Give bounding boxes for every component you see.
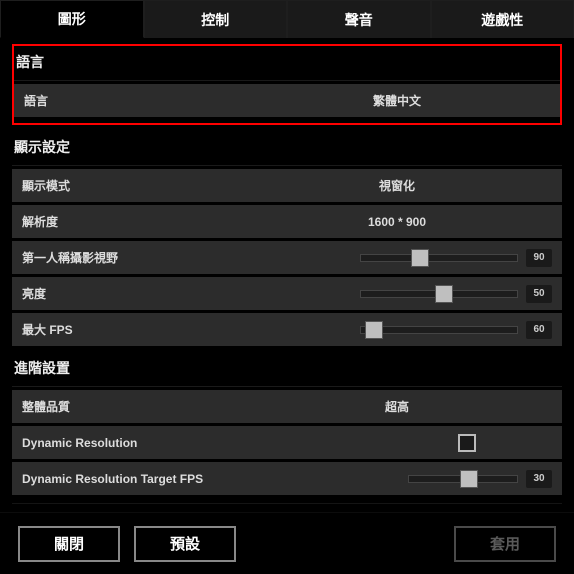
row-brightness: 亮度 50 <box>12 277 562 310</box>
row-fov-label: 第一人稱攝影視野 <box>22 249 242 266</box>
close-button[interactable]: 關閉 <box>18 526 120 562</box>
tab-controls[interactable]: 控制 <box>144 0 288 38</box>
row-display-mode-value: 視窗化 <box>242 177 552 194</box>
slider-handle-fov[interactable] <box>411 249 429 267</box>
row-fov: 第一人稱攝影視野 90 <box>12 241 562 274</box>
slider-fov-value: 90 <box>526 249 552 267</box>
highlight-language-section: 語言 語言 繁體中文 <box>12 44 562 125</box>
section-header-advanced: 進階設置 <box>12 346 562 387</box>
slider-dynresfps-value: 30 <box>526 470 552 488</box>
slider-handle-brightness[interactable] <box>435 285 453 303</box>
slider-brightness-value: 50 <box>526 285 552 303</box>
slider-handle-maxfps[interactable] <box>365 321 383 339</box>
row-maxfps-label: 最大 FPS <box>22 321 242 338</box>
slider-handle-dynresfps[interactable] <box>460 470 478 488</box>
row-resolution-label: 解析度 <box>22 213 242 230</box>
row-language[interactable]: 語言 繁體中文 <box>14 84 560 117</box>
slider-fov[interactable] <box>360 254 518 262</box>
section-header-language: 語言 <box>14 46 560 81</box>
section-header-display: 顯示設定 <box>12 125 562 166</box>
divider <box>12 503 562 504</box>
tab-gameplay[interactable]: 遊戲性 <box>431 0 574 38</box>
row-display-mode[interactable]: 顯示模式 視窗化 <box>12 169 562 202</box>
row-resolution[interactable]: 解析度 1600 * 900 <box>12 205 562 238</box>
checkbox-dynres[interactable] <box>458 434 476 452</box>
row-resolution-value: 1600 * 900 <box>242 215 552 229</box>
row-display-mode-label: 顯示模式 <box>22 177 242 194</box>
row-quality[interactable]: 整體品質 超高 <box>12 390 562 423</box>
row-quality-value: 超高 <box>242 398 552 415</box>
row-dynresfps-label: Dynamic Resolution Target FPS <box>22 472 282 486</box>
row-language-label: 語言 <box>24 92 244 109</box>
row-brightness-label: 亮度 <box>22 285 242 302</box>
row-dynresfps: Dynamic Resolution Target FPS 30 <box>12 462 562 495</box>
row-dynres: Dynamic Resolution <box>12 426 562 459</box>
defaults-button[interactable]: 預設 <box>134 526 236 562</box>
slider-dynresfps[interactable] <box>408 475 518 483</box>
slider-maxfps-value: 60 <box>526 321 552 339</box>
row-language-value: 繁體中文 <box>244 92 550 109</box>
tabs-bar: 圖形 控制 聲音 遊戲性 <box>0 0 574 38</box>
apply-button[interactable]: 套用 <box>454 526 556 562</box>
settings-body: 語言 語言 繁體中文 顯示設定 顯示模式 視窗化 解析度 1600 * 900 … <box>0 38 574 504</box>
slider-maxfps[interactable] <box>360 326 518 334</box>
bottom-bar: 關閉 預設 套用 <box>0 512 574 574</box>
row-maxfps: 最大 FPS 60 <box>12 313 562 346</box>
tab-sound[interactable]: 聲音 <box>287 0 431 38</box>
row-quality-label: 整體品質 <box>22 398 242 415</box>
tab-graphics[interactable]: 圖形 <box>0 0 144 38</box>
slider-brightness[interactable] <box>360 290 518 298</box>
row-dynres-label: Dynamic Resolution <box>22 436 242 450</box>
